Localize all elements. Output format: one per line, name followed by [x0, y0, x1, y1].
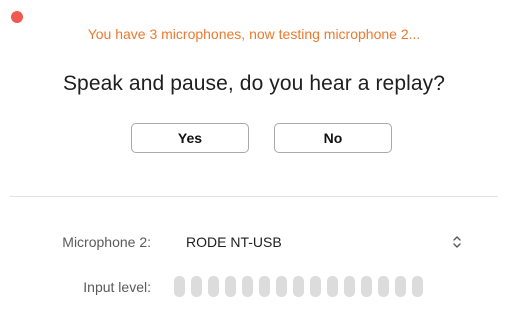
input-level-segment [395, 276, 406, 297]
input-level-segment [412, 276, 423, 297]
input-level-segment [361, 276, 372, 297]
microphone-label: Microphone 2: [62, 234, 151, 250]
replay-question: Speak and pause, do you hear a replay? [62, 72, 446, 95]
status-message: You have 3 microphones, now testing micr… [87, 26, 421, 42]
input-level-segment [259, 276, 270, 297]
section-divider [10, 196, 498, 197]
input-level-segment [310, 276, 321, 297]
updown-chevron-icon [453, 236, 461, 248]
input-level-meter [174, 276, 423, 297]
input-level-segment [293, 276, 304, 297]
microphone-select[interactable]: RODE NT-USB [178, 228, 470, 256]
input-level-segment [378, 276, 389, 297]
input-level-segment [327, 276, 338, 297]
microphone-test-window: You have 3 microphones, now testing micr… [0, 0, 508, 329]
input-level-label: Input level: [83, 279, 151, 295]
yes-button[interactable]: Yes [131, 123, 249, 153]
input-level-segment [174, 276, 185, 297]
no-button[interactable]: No [274, 123, 392, 153]
microphone-selected-value: RODE NT-USB [186, 234, 282, 250]
input-level-segment [191, 276, 202, 297]
input-level-segment [276, 276, 287, 297]
input-level-segment [344, 276, 355, 297]
input-level-segment [225, 276, 236, 297]
input-level-segment [208, 276, 219, 297]
input-level-segment [242, 276, 253, 297]
close-window-icon[interactable] [11, 11, 23, 23]
